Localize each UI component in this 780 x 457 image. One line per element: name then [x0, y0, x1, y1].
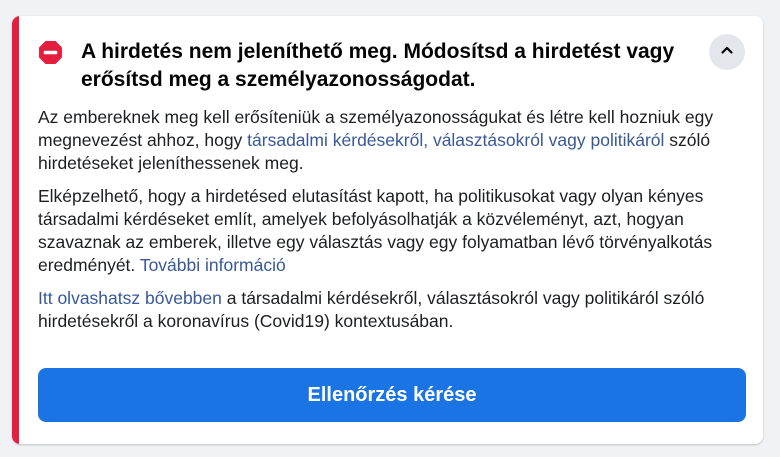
- stop-icon: [38, 40, 63, 65]
- error-accent-bar: [12, 16, 19, 444]
- collapse-button[interactable]: [709, 34, 745, 70]
- covid-context-paragraph: Itt olvashatsz bővebben a társadalmi kér…: [38, 287, 754, 333]
- notice-title: A hirdetés nem jeleníthető meg. Módosíts…: [81, 40, 675, 91]
- more-info-link[interactable]: További információ: [140, 255, 286, 275]
- read-more-link[interactable]: Itt olvashatsz bővebben: [38, 288, 222, 308]
- rejection-reason-paragraph: Elképzelhető, hogy a hirdetésed elutasít…: [38, 185, 754, 277]
- chevron-up-icon: [720, 43, 734, 62]
- ad-rejection-notice: A hirdetés nem jeleníthető meg. Módosíts…: [12, 16, 763, 444]
- request-review-button[interactable]: Ellenőrzés kérése: [38, 368, 746, 422]
- social-issues-link[interactable]: társadalmi kérdésekről, választásokról v…: [247, 130, 664, 150]
- notice-body: Az embereknek meg kell erősíteniük a sze…: [38, 106, 754, 343]
- verification-paragraph: Az embereknek meg kell erősíteniük a sze…: [38, 106, 754, 175]
